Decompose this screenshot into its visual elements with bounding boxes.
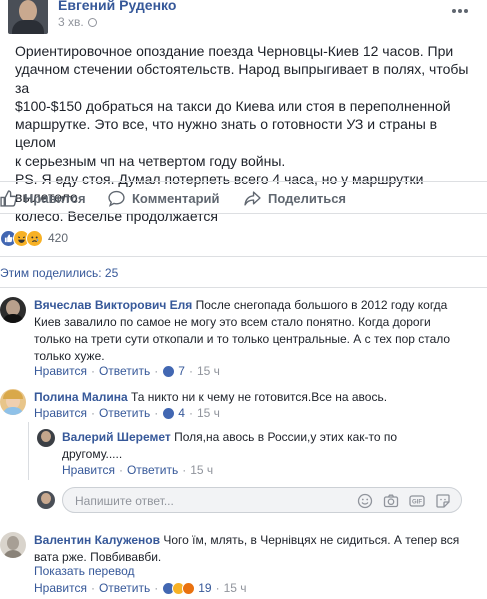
comment-button[interactable]: Комментарий	[108, 190, 220, 207]
commenter-avatar[interactable]	[0, 389, 26, 415]
post-timestamp[interactable]: 3 хв.	[58, 15, 97, 29]
post-header: Евгений Руденко 3 хв.	[0, 0, 487, 34]
comment-reply-link[interactable]: Ответить	[99, 406, 150, 420]
speech-bubble-icon	[108, 190, 125, 207]
comment-text: Та никто ни к чему не готовится.Все на а…	[131, 390, 388, 404]
comment-like-link[interactable]: Нравится	[62, 463, 115, 477]
like-button-label: Нравится	[24, 191, 86, 206]
reply-box: GIF	[62, 487, 462, 513]
comment-reaction-count[interactable]: 7	[178, 364, 185, 378]
comment-like-link[interactable]: Нравится	[34, 406, 87, 420]
like-icon	[162, 406, 176, 420]
comment-button-label: Комментарий	[132, 191, 220, 206]
post-actions-bar: Нравится Комментарий Поделиться	[0, 184, 487, 212]
svg-text:GIF: GIF	[412, 500, 422, 506]
comment-time[interactable]: 15 ч	[197, 364, 220, 378]
comment-time[interactable]: 15 ч	[197, 406, 220, 420]
reactions-summary[interactable]: 420	[0, 228, 68, 248]
comment-reply-link[interactable]: Ответить	[127, 463, 178, 477]
divider	[0, 181, 487, 182]
post-time-text[interactable]: 3 хв.	[58, 15, 84, 29]
show-translation-link[interactable]: Показать перевод	[34, 564, 135, 578]
comment-1: Вячеслав Викторович Еля После снегопада …	[34, 297, 464, 365]
comment-reply-link[interactable]: Ответить	[99, 364, 150, 378]
camera-icon[interactable]	[383, 493, 399, 509]
comment-like-link[interactable]: Нравится	[34, 364, 87, 378]
globe-icon	[87, 18, 97, 27]
comment-reactions[interactable]	[162, 406, 176, 420]
thumbs-up-icon	[0, 190, 17, 207]
comment-2-meta: Нравится · Ответить · 4 · 15 ч	[34, 406, 220, 420]
gif-icon[interactable]: GIF	[409, 493, 425, 509]
sad-icon	[26, 229, 43, 247]
commenter-name[interactable]: Валентин Калуженов	[34, 533, 160, 547]
comment-reply-link[interactable]: Ответить	[99, 581, 150, 595]
author-avatar[interactable]	[8, 0, 48, 34]
reply-1: Валерий Шеремет Поля,на авось в России,у…	[62, 429, 442, 463]
comment-1-meta: Нравится · Ответить · 7 · 15 ч	[34, 364, 220, 378]
commenter-avatar[interactable]	[0, 297, 26, 323]
reply-1-meta: Нравится · Ответить · 15 ч	[62, 463, 214, 477]
comment-3: Валентин Калуженов Чого їм, млять, в Чер…	[34, 532, 464, 566]
post-author-name[interactable]: Евгений Руденко	[58, 0, 176, 13]
my-avatar	[37, 491, 55, 509]
translate-link-row: Показать перевод	[34, 564, 135, 578]
comment-reactions[interactable]	[162, 581, 196, 595]
commenter-name[interactable]: Вячеслав Викторович Еля	[34, 298, 192, 312]
comment-reaction-count[interactable]: 19	[198, 581, 211, 595]
commenter-name[interactable]: Валерий Шеремет	[62, 430, 171, 444]
emoji-icon[interactable]	[357, 493, 373, 509]
comment-time[interactable]: 15 ч	[224, 581, 247, 595]
share-arrow-icon	[244, 191, 261, 206]
sticker-icon[interactable]	[435, 493, 451, 509]
like-button[interactable]: Нравится	[0, 190, 86, 207]
divider	[0, 213, 487, 214]
more-options-icon[interactable]	[452, 0, 472, 14]
angry-icon	[182, 581, 196, 595]
reactions-count[interactable]: 420	[48, 231, 68, 245]
comment-3-meta: Нравится · Ответить · 19 · 15 ч	[34, 581, 247, 595]
like-icon	[162, 364, 176, 378]
divider	[0, 287, 487, 288]
share-button-label: Поделиться	[268, 191, 347, 206]
comment-reaction-count[interactable]: 4	[178, 406, 185, 420]
reply-input[interactable]	[75, 492, 355, 509]
comment-like-link[interactable]: Нравится	[34, 581, 87, 595]
shares-count[interactable]: Этим поделились: 25	[0, 266, 118, 280]
comment-time[interactable]: 15 ч	[190, 463, 213, 477]
commenter-avatar[interactable]	[37, 429, 55, 447]
commenter-avatar[interactable]	[0, 532, 26, 558]
comment-reactions[interactable]	[162, 364, 176, 378]
comment-2: Полина Малина Та никто ни к чему не гото…	[34, 389, 464, 406]
commenter-name[interactable]: Полина Малина	[34, 390, 128, 404]
divider	[0, 256, 487, 257]
share-button[interactable]: Поделиться	[244, 190, 346, 207]
reply-thread-line	[28, 422, 29, 480]
